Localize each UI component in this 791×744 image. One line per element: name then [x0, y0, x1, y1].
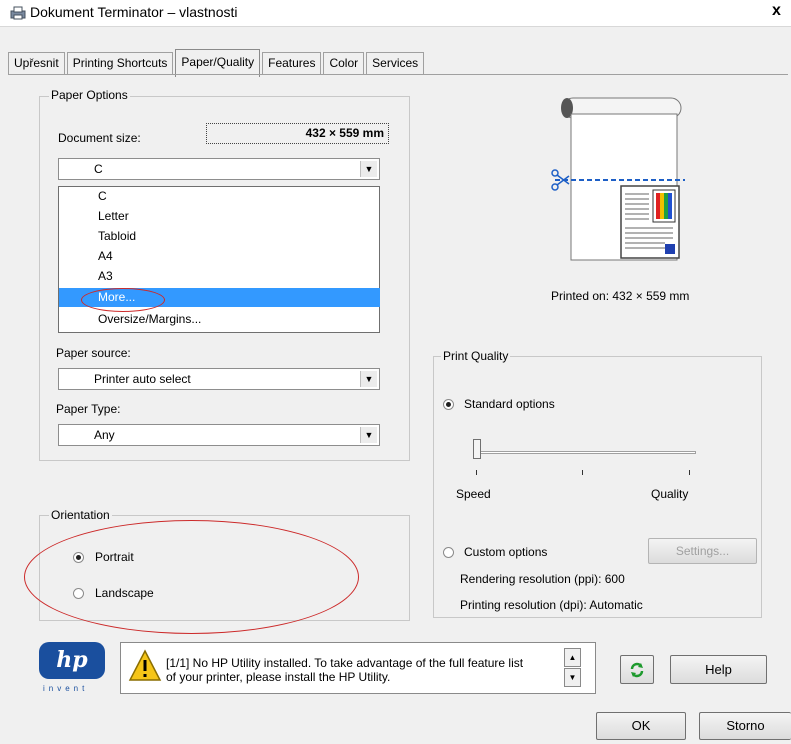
size-option-c[interactable]: C: [98, 187, 107, 206]
hp-logo: hp invent: [38, 642, 106, 695]
size-option-tabloid[interactable]: Tabloid: [98, 227, 136, 246]
slider-tick: [476, 470, 477, 475]
custom-options-radio[interactable]: [443, 547, 454, 558]
document-size-dropdown[interactable]: C ▼: [58, 158, 380, 180]
slider-tick: [689, 470, 690, 475]
size-option-a4[interactable]: A4: [98, 247, 113, 266]
paper-source-label: Paper source:: [56, 346, 131, 360]
settings-button[interactable]: Settings...: [648, 538, 757, 564]
standard-options-radio[interactable]: [443, 399, 454, 410]
tab-divider: [8, 74, 788, 75]
paper-type-selected: Any: [94, 428, 115, 442]
ok-button[interactable]: OK: [596, 712, 686, 740]
document-size-label: Document size:: [58, 131, 141, 145]
tab-services[interactable]: Services: [366, 52, 425, 75]
chevron-down-icon[interactable]: ▼: [360, 427, 377, 443]
size-option-oversize-margins[interactable]: Oversize/Margins...: [98, 310, 201, 329]
tab-printing-shortcuts[interactable]: Printing Shortcuts: [66, 52, 174, 75]
refresh-icon: [630, 662, 644, 678]
size-option-a3[interactable]: A3: [98, 267, 113, 286]
title-bar: Dokument Terminator – vlastnosti x: [0, 0, 791, 27]
paper-options-legend: Paper Options: [49, 88, 130, 102]
more-annotation-circle: [81, 288, 165, 312]
window-title: Dokument Terminator – vlastnosti: [30, 4, 238, 20]
chevron-down-icon[interactable]: ▼: [360, 371, 377, 387]
refresh-button[interactable]: [620, 655, 654, 684]
print-quality-legend: Print Quality: [441, 349, 511, 363]
scroll-up-button[interactable]: ▲: [564, 648, 581, 667]
scroll-down-button[interactable]: ▼: [564, 668, 581, 687]
close-icon[interactable]: x: [772, 2, 781, 20]
hp-logo-mark: hp: [39, 642, 105, 679]
quality-slider-track: [476, 451, 696, 454]
paper-preview-illustration: [551, 97, 685, 261]
paper-source-selected: Printer auto select: [94, 372, 191, 386]
rendering-resolution-text: Rendering resolution (ppi): 600: [460, 572, 625, 586]
cancel-button[interactable]: Storno: [699, 712, 791, 740]
hp-tagline: invent: [43, 684, 89, 693]
tab-features[interactable]: Features: [262, 52, 322, 75]
document-size-value: 432 × 559 mm: [206, 123, 389, 144]
orientation-legend: Orientation: [49, 508, 112, 522]
tab-strip: Upřesnit Printing Shortcuts Paper/Qualit…: [8, 49, 426, 77]
paper-type-label: Paper Type:: [56, 402, 121, 416]
chevron-down-icon[interactable]: ▼: [360, 161, 377, 177]
tab-paper-quality[interactable]: Paper/Quality: [175, 49, 261, 77]
size-option-letter[interactable]: Letter: [98, 207, 129, 226]
standard-options-label[interactable]: Standard options: [464, 397, 555, 411]
notice-box: [1/1] No HP Utility installed. To take a…: [120, 642, 596, 694]
printing-resolution-text: Printing resolution (dpi): Automatic: [460, 598, 643, 612]
slider-tick: [582, 470, 583, 475]
paper-source-dropdown[interactable]: Printer auto select ▼: [58, 368, 380, 390]
quality-label: Quality: [651, 487, 689, 501]
tab-color[interactable]: Color: [323, 52, 365, 75]
quality-slider-thumb[interactable]: [473, 439, 481, 459]
notice-line-1: [1/1] No HP Utility installed. To take a…: [166, 656, 524, 670]
tab-upresnit[interactable]: Upřesnit: [8, 52, 65, 75]
document-size-selected: C: [94, 162, 103, 176]
notice-line-2: of your printer, please install the HP U…: [166, 670, 391, 684]
warning-icon: [128, 649, 162, 681]
orientation-annotation-circle: [24, 520, 359, 634]
printed-on-label: Printed on: 432 × 559 mm: [551, 289, 690, 303]
speed-label: Speed: [456, 487, 491, 501]
paper-type-dropdown[interactable]: Any ▼: [58, 424, 380, 446]
help-button[interactable]: Help: [670, 655, 767, 684]
custom-options-label[interactable]: Custom options: [464, 545, 547, 559]
printer-icon: [10, 6, 26, 20]
